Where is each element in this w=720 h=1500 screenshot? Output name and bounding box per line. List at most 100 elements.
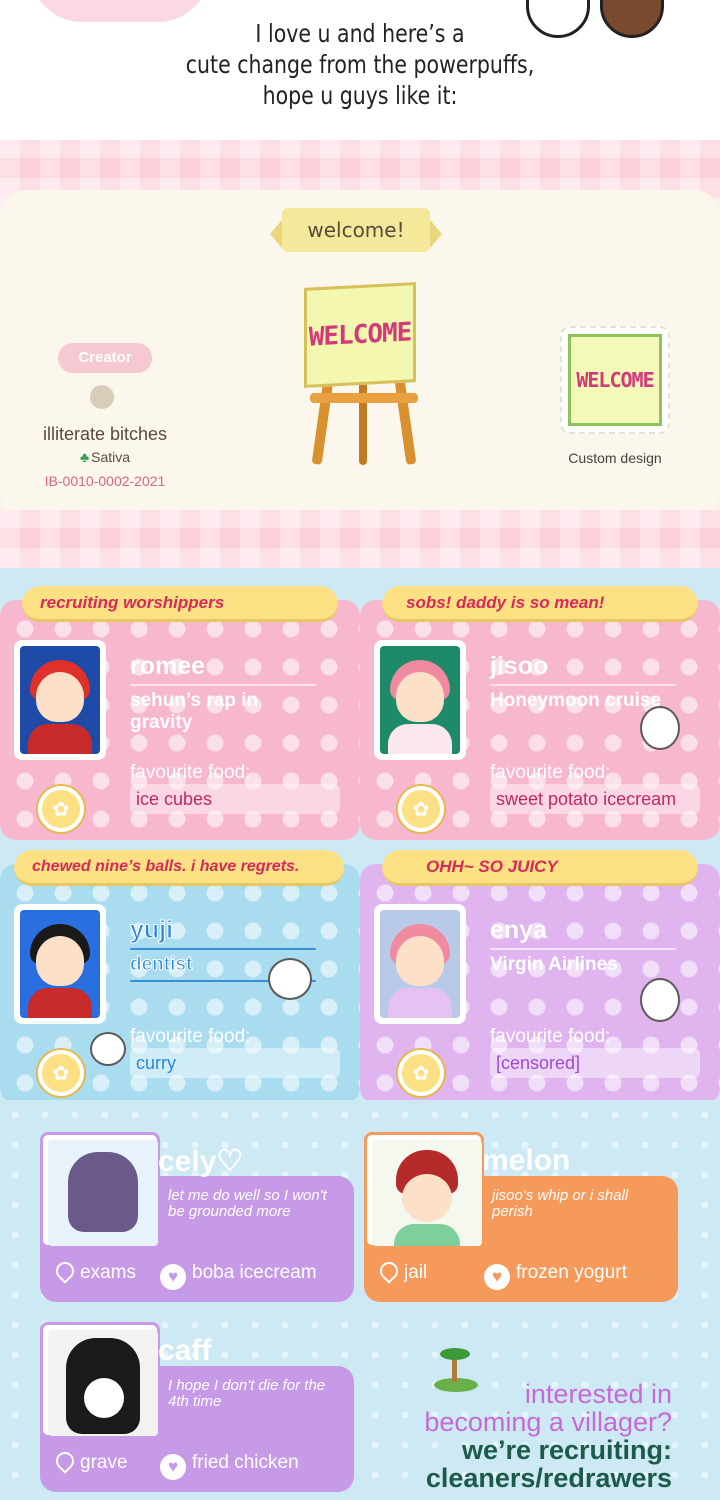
divider [130, 948, 316, 950]
design-thumbnail[interactable]: WELCOME [560, 326, 670, 434]
villager-shirt [28, 988, 92, 1018]
recruit-line: becoming a villager? [424, 1407, 672, 1437]
bell-badge-icon: ✿ [38, 1050, 84, 1096]
roster-card: caff I hope I don't die for the 4th time… [40, 1322, 354, 1496]
divider [490, 684, 676, 686]
villager-name-text: cely [158, 1145, 217, 1178]
bell-badge-icon: ✿ [398, 786, 444, 832]
brown-bear-mascot [600, 0, 664, 38]
heart-plate-icon: ♥ [160, 1264, 186, 1290]
location-text: jail [404, 1262, 428, 1283]
villager-name: caff [158, 1334, 212, 1367]
food-value: curry [130, 1048, 340, 1078]
seal-sticker-icon [90, 1032, 126, 1066]
card-ribbon: chewed nine’s balls. i have regrets. [14, 850, 344, 886]
villager-job: sehun’s rap in gravity [130, 690, 259, 733]
villager-card: OHH~ SO JUICY enya Virgin Airlines favou… [360, 842, 720, 1104]
villager-name: melon [482, 1144, 571, 1177]
card-ribbon: OHH~ SO JUICY [382, 850, 698, 886]
palm-leaves [440, 1348, 470, 1360]
villager-shirt [388, 988, 452, 1018]
recruit-line: interested in [524, 1379, 672, 1409]
intro-text: I love u and here’s a cute change from t… [163, 18, 557, 111]
villager-photo [40, 1322, 160, 1438]
food-label: favourite food: [130, 762, 251, 783]
villager-roster: cely♡ let me do well so I won't be groun… [0, 1100, 720, 1500]
thumbnail-caption: Custom design [568, 450, 662, 466]
villager-shirt [28, 724, 92, 754]
easel-bar [310, 393, 418, 403]
villager-photo [374, 640, 466, 760]
villager-name: cely♡ [158, 1144, 243, 1179]
food-value: sweet potato icecream [490, 784, 700, 814]
villager-cards: recruiting worshippers romee sehun’s rap… [0, 568, 720, 1104]
villager-face [396, 936, 444, 986]
villager-name: yuji [129, 916, 174, 945]
location-pin-icon [376, 1258, 402, 1284]
villager-face [84, 1378, 124, 1418]
villager-shirt [394, 1224, 460, 1246]
location-pin-icon [52, 1258, 78, 1284]
photo-bg [20, 646, 100, 754]
creator-avatar [90, 385, 114, 409]
location-pin-icon [52, 1448, 78, 1474]
heart-plate-icon: ♥ [160, 1454, 186, 1480]
food-label: favourite food: [130, 1026, 251, 1047]
bell-badge-icon: ✿ [38, 786, 84, 832]
sprout-icon: ♣ [79, 449, 90, 465]
food-label: favourite food: [490, 762, 611, 783]
intro-line: hope u guys like it: [262, 81, 458, 110]
villager-job: Honeymoon cruise [490, 690, 662, 711]
creator-name: illiterate bitches [42, 424, 168, 444]
villager-quote: jisoo's whip or i shall perish [492, 1187, 629, 1220]
villager-quote: let me do well so I won't be grounded mo… [168, 1187, 327, 1220]
thumbnail-canvas: WELCOME [568, 334, 662, 426]
easel-preview[interactable]: WELCOME [304, 275, 424, 475]
villager-photo [374, 904, 466, 1024]
bunny-sticker-icon [640, 706, 680, 750]
villager-face [36, 672, 84, 722]
location: grave [52, 1448, 128, 1474]
villager-name: romee [130, 652, 206, 680]
photo-bg [380, 646, 460, 754]
villager-face [402, 1174, 452, 1222]
roster-card: cely♡ let me do well so I won't be groun… [40, 1132, 354, 1306]
photo-bg [20, 910, 100, 1018]
custom-design-panel: welcome! WELCOME Creator illiterate bitc… [0, 140, 720, 568]
divider [490, 948, 676, 950]
creator-code: IB-0010-0002-2021 [44, 473, 166, 489]
roster-card: melon jisoo's whip or i shall perish jai… [364, 1132, 678, 1306]
villager-face [36, 936, 84, 986]
recruit-message: interested in becoming a villager? we’re… [410, 1380, 672, 1492]
heart-plate-icon: ♥ [484, 1264, 510, 1290]
location: jail [376, 1258, 428, 1284]
photo-bg [372, 1140, 482, 1246]
intro-line: I love u and here’s a [255, 19, 465, 48]
photo-bg [48, 1330, 158, 1436]
welcome-banner: welcome! [270, 208, 442, 252]
villager-photo [40, 1132, 160, 1248]
villager-card: recruiting worshippers romee sehun’s rap… [0, 578, 360, 840]
villager-name: enya [490, 916, 547, 944]
recruit-line: we’re recruiting: [461, 1435, 672, 1465]
villager-name: jisoo [490, 652, 549, 680]
villager-shirt [388, 724, 452, 754]
sign-text: WELCOME [308, 317, 412, 353]
card-ribbon: sobs! daddy is so mean! [382, 586, 698, 622]
favourite: ♥ fried chicken [160, 1452, 299, 1480]
heart-icon: ♡ [216, 1145, 244, 1178]
photo-bg [48, 1140, 158, 1246]
food-value: ice cubes [130, 784, 340, 814]
card-ribbon: recruiting worshippers [22, 586, 338, 622]
food-value: [censored] [490, 1048, 700, 1078]
favourite-text: frozen yogurt [516, 1262, 627, 1283]
creator-label: Creator [58, 343, 152, 373]
favourite: ♥ frozen yogurt [484, 1262, 627, 1290]
location-text: grave [80, 1452, 128, 1473]
recruit-line: cleaners/redrawers [425, 1463, 672, 1493]
cat-sticker-icon [268, 958, 312, 1000]
divider [130, 684, 316, 686]
plaid-border [0, 510, 720, 568]
favourite-text: boba icecream [192, 1262, 317, 1283]
location: exams [52, 1258, 136, 1284]
